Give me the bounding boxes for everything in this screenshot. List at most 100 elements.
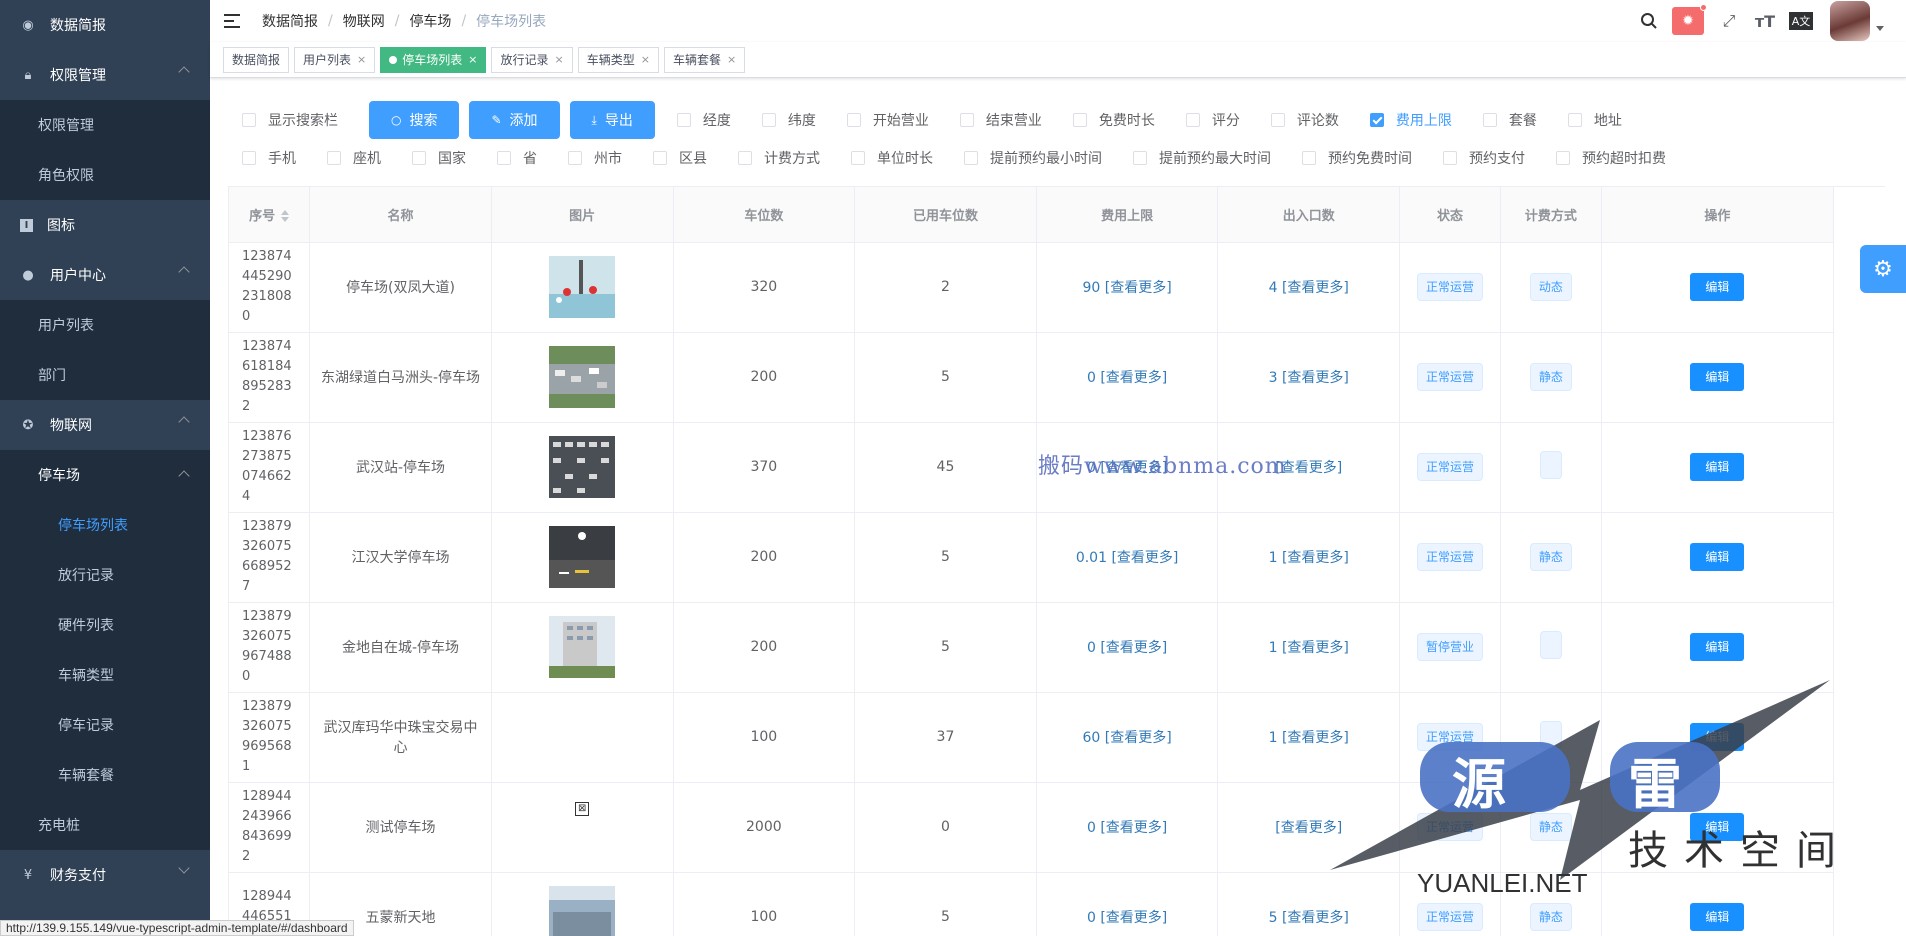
hamburger-icon[interactable]: [224, 11, 244, 31]
col-billing: 计费方式: [1500, 187, 1602, 243]
cell-spaces: 200: [673, 332, 856, 423]
sidebar-item-vehicle-package[interactable]: 车辆套餐: [0, 750, 210, 800]
column-toggle-checkbox[interactable]: 预约支付: [1443, 148, 1525, 168]
parking-thumbnail[interactable]: [549, 616, 616, 678]
edit-button[interactable]: 编辑: [1690, 543, 1745, 571]
column-toggle-checkbox[interactable]: 评论数: [1270, 110, 1339, 130]
language-icon[interactable]: A文: [1784, 4, 1818, 38]
sidebar-item-charging[interactable]: 充电桩: [0, 800, 210, 850]
breadcrumb-item[interactable]: 物联网: [343, 11, 385, 31]
close-icon[interactable]: ×: [727, 53, 736, 66]
sidebar-item-vehicle-type[interactable]: 车辆类型: [0, 650, 210, 700]
close-icon[interactable]: ×: [555, 53, 564, 66]
fee-link[interactable]: 0.01 [查看更多]: [1076, 550, 1179, 566]
gates-link[interactable]: 1 [查看更多]: [1269, 640, 1349, 656]
search-icon[interactable]: [1632, 4, 1666, 38]
fullscreen-icon[interactable]: ⤢: [1712, 4, 1746, 38]
parking-thumbnail[interactable]: [549, 256, 616, 318]
fee-link[interactable]: 0 [查看更多]: [1087, 820, 1167, 836]
column-toggle-checkbox[interactable]: 座机: [327, 148, 381, 168]
sort-icon[interactable]: [281, 210, 290, 223]
fee-link[interactable]: 0 [查看更多]: [1087, 910, 1167, 926]
tag-dashboard[interactable]: 数据简报: [223, 46, 290, 73]
breadcrumb-item[interactable]: 数据简报: [262, 11, 318, 31]
search-icon: ○: [391, 113, 402, 127]
column-toggle-checkbox[interactable]: 单位时长: [851, 148, 933, 168]
column-toggle-checkbox[interactable]: 费用上限: [1369, 110, 1452, 130]
column-toggle-checkbox[interactable]: 手机: [242, 148, 296, 168]
fee-link[interactable]: 60 [查看更多]: [1082, 730, 1171, 746]
breadcrumb-item[interactable]: 停车场: [409, 11, 451, 31]
sidebar-item-parking-list[interactable]: 停车场列表: [0, 500, 210, 550]
fee-link[interactable]: 0 [查看更多]: [1087, 640, 1167, 656]
sidebar-item-user-center[interactable]: ● 用户中心: [0, 250, 210, 300]
column-toggle-checkbox[interactable]: 国家: [412, 148, 466, 168]
sidebar-item-release-record[interactable]: 放行记录: [0, 550, 210, 600]
column-toggle-checkbox[interactable]: 评分: [1185, 110, 1240, 130]
chevron-up-icon: [178, 416, 190, 428]
caret-down-icon[interactable]: [1876, 25, 1884, 31]
sidebar-item-user-list[interactable]: 用户列表: [0, 300, 210, 350]
sidebar-item-icons[interactable]: I 图标: [0, 200, 210, 250]
gates-link[interactable]: 4 [查看更多]: [1269, 280, 1349, 296]
add-button[interactable]: ✎ 添加: [469, 101, 560, 139]
column-toggle-checkbox[interactable]: 结束营业: [959, 110, 1042, 130]
close-icon[interactable]: ×: [357, 53, 366, 66]
gates-link[interactable]: 3 [查看更多]: [1269, 370, 1349, 386]
edit-button[interactable]: 编辑: [1690, 453, 1745, 481]
sidebar-item-hardware[interactable]: 硬件列表: [0, 600, 210, 650]
edit-icon: ✎: [491, 113, 502, 127]
column-toggle-checkbox[interactable]: 省: [497, 148, 537, 168]
sidebar-item-permission-manage[interactable]: 权限管理: [0, 100, 210, 150]
tag-user-list[interactable]: 用户列表 ×: [294, 46, 376, 73]
column-toggle-checkbox[interactable]: 纬度: [761, 110, 816, 130]
column-toggle-checkbox[interactable]: 免费时长: [1072, 110, 1155, 130]
column-toggle-checkbox[interactable]: 经度: [676, 110, 731, 130]
billing-tag: [1539, 451, 1562, 479]
sidebar-item-parking[interactable]: 停车场: [0, 450, 210, 500]
parking-thumbnail[interactable]: [549, 886, 616, 936]
col-id[interactable]: 序号: [229, 187, 311, 243]
column-toggle-checkbox[interactable]: 开始营业: [846, 110, 929, 130]
fee-link[interactable]: 0 [查看更多]: [1087, 370, 1167, 386]
sidebar-item-finance[interactable]: ¥ 财务支付: [0, 850, 210, 900]
cell-id: 1289442439668436992: [229, 782, 311, 873]
parking-thumbnail[interactable]: [549, 436, 616, 498]
tag-vehicle-type[interactable]: 车辆类型 ×: [577, 46, 659, 73]
column-toggle-checkbox[interactable]: 区县: [653, 148, 707, 168]
column-toggle-checkbox[interactable]: 套餐: [1482, 110, 1537, 130]
column-toggle-checkbox[interactable]: 提前预约最小时间: [964, 148, 1102, 168]
parking-thumbnail[interactable]: [549, 526, 616, 588]
tag-parking-list[interactable]: 停车场列表 ×: [380, 46, 487, 73]
bug-icon[interactable]: ✹: [1672, 4, 1707, 35]
edit-button[interactable]: 编辑: [1690, 363, 1745, 391]
font-size-icon[interactable]: тT: [1748, 4, 1782, 38]
sidebar-item-permission[interactable]: 🔒︎ 权限管理: [0, 50, 210, 100]
search-button[interactable]: ○ 搜索: [369, 101, 460, 139]
sidebar-item-iot[interactable]: ✪ 物联网: [0, 400, 210, 450]
close-icon[interactable]: ×: [641, 53, 650, 66]
sidebar-item-department[interactable]: 部门: [0, 350, 210, 400]
export-button[interactable]: ⤓ 导出: [569, 101, 655, 139]
column-toggle-checkbox[interactable]: 州市: [568, 148, 622, 168]
column-toggle-checkbox[interactable]: 地址: [1567, 110, 1622, 130]
close-icon[interactable]: ×: [468, 53, 477, 66]
edit-button[interactable]: 编辑: [1690, 633, 1745, 661]
column-toggle-checkbox[interactable]: 计费方式: [738, 148, 820, 168]
parking-thumbnail[interactable]: [549, 346, 616, 408]
avatar[interactable]: [1830, 1, 1870, 41]
column-toggle-checkbox[interactable]: 预约免费时间: [1302, 148, 1412, 168]
sidebar-item-dashboard[interactable]: ◉ 数据简报: [0, 0, 210, 50]
tag-release-record[interactable]: 放行记录 ×: [491, 46, 573, 73]
tag-vehicle-package[interactable]: 车辆套餐 ×: [663, 46, 746, 73]
fee-link[interactable]: 90 [查看更多]: [1082, 280, 1171, 296]
sidebar-item-role[interactable]: 角色权限: [0, 150, 210, 200]
gates-link[interactable]: 5 [查看更多]: [1269, 910, 1349, 926]
column-toggle-checkbox[interactable]: 提前预约最大时间: [1133, 148, 1271, 168]
column-toggle-checkbox[interactable]: 预约超时扣费: [1556, 148, 1666, 168]
edit-button[interactable]: 编辑: [1690, 273, 1745, 301]
sidebar-item-parking-record[interactable]: 停车记录: [0, 700, 210, 750]
show-search-checkbox[interactable]: 显示搜索栏: [242, 110, 338, 130]
gates-link[interactable]: 1 [查看更多]: [1269, 550, 1349, 566]
cell-status: 正常运营: [1399, 242, 1501, 333]
